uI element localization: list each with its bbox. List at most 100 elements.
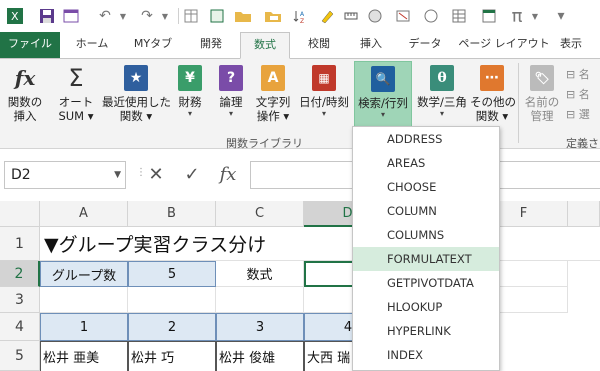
select-all-corner[interactable] — [0, 201, 40, 227]
menu-item-formulatext[interactable]: FORMULATEXT — [353, 247, 499, 271]
column-header-b[interactable]: B — [128, 201, 216, 227]
cell-b4[interactable]: 2 — [128, 313, 216, 341]
folder-icon[interactable] — [232, 5, 254, 27]
pi-dropdown-icon[interactable]: ▼ — [524, 5, 546, 27]
cell-a4[interactable]: 1 — [40, 313, 128, 341]
tab-formulas[interactable]: 数式 — [240, 32, 290, 59]
cell-c2[interactable]: 数式 — [216, 261, 304, 287]
magnifier-book-icon: 🔍 — [371, 66, 395, 92]
theta-book-icon: θ — [430, 65, 454, 91]
date-time-button[interactable]: ▦ 日付/時刻 ▾ — [296, 61, 352, 133]
tab-home[interactable]: ホーム — [66, 32, 118, 58]
row-header-4[interactable]: 4 — [0, 313, 40, 341]
row-header-5[interactable]: 5 — [0, 341, 40, 371]
math-trig-caret-icon: ▾ — [439, 109, 444, 118]
sort-icon[interactable]: AZ — [290, 5, 312, 27]
customize-qat-icon[interactable]: ▾ — [550, 5, 572, 27]
row-header-3[interactable]: 3 — [0, 287, 40, 313]
insert-function-button[interactable]: fx 関数の 挿入 — [2, 61, 48, 133]
menu-item-getpivotdata[interactable]: GETPIVOTDATA — [353, 271, 499, 295]
row-header-1[interactable]: 1 — [0, 227, 40, 261]
worksheet-icon[interactable] — [206, 5, 228, 27]
tab-developer[interactable]: 開発 — [188, 32, 234, 58]
cell-a1-title[interactable]: ▼グループ実習クラス分け — [40, 227, 600, 261]
undo-dropdown-icon[interactable]: ▼ — [112, 5, 134, 27]
column-header-a[interactable]: A — [40, 201, 128, 227]
cell-b2[interactable]: 5 — [128, 261, 216, 287]
row-header-2[interactable]: 2 — [0, 261, 40, 287]
menu-item-areas[interactable]: AREAS — [353, 151, 499, 175]
format-icon[interactable] — [60, 5, 82, 27]
date-time-caret-icon: ▾ — [321, 109, 326, 118]
create-from-selection-button[interactable]: ⊟ 選 — [566, 105, 590, 125]
autosum-label-2: SUM ▾ — [58, 109, 94, 123]
name-box-value: D2 — [11, 167, 31, 183]
use-in-formula-button[interactable]: ⊟ 名 — [566, 85, 590, 105]
star-book-icon: ★ — [124, 65, 148, 91]
menu-item-choose[interactable]: CHOOSE — [353, 175, 499, 199]
menu-item-hyperlink[interactable]: HYPERLINK — [353, 319, 499, 343]
tab-insert[interactable]: 挿入 — [348, 32, 394, 58]
column-header-g[interactable] — [568, 201, 600, 227]
menu-item-columns[interactable]: COLUMNS — [353, 223, 499, 247]
ball-icon[interactable] — [420, 5, 442, 27]
group-separator — [518, 63, 519, 143]
new-table-icon[interactable] — [180, 5, 202, 27]
menu-item-index[interactable]: INDEX — [353, 343, 499, 367]
tab-review[interactable]: 校閲 — [296, 32, 342, 58]
recently-used-label-1: 最近使用した — [102, 95, 171, 109]
name-box-dropdown-icon[interactable]: ▼ — [114, 162, 121, 188]
ruler-icon[interactable] — [340, 5, 362, 27]
column-header-c[interactable]: C — [216, 201, 304, 227]
clear-icon[interactable] — [392, 5, 414, 27]
text-book-icon: A — [261, 65, 285, 91]
circle-icon[interactable] — [364, 5, 386, 27]
cell-a5[interactable]: 松井 亜美 — [40, 341, 128, 371]
menu-item-address[interactable]: ADDRESS — [353, 127, 499, 151]
name-box[interactable]: D2 ▼ — [4, 161, 126, 189]
text-button[interactable]: A 文字列 操作 ▾ — [252, 61, 294, 133]
math-trig-button[interactable]: θ 数学/三角 ▾ — [414, 61, 470, 133]
logical-button[interactable]: ? 論理 ▾ — [212, 61, 250, 133]
menu-item-column[interactable]: COLUMN — [353, 199, 499, 223]
more-functions-label-2: 関数 ▾ — [475, 109, 509, 123]
tab-view[interactable]: 表示 — [560, 32, 600, 58]
tag-icon: 🏷 — [530, 65, 554, 91]
menu-item-hlookup[interactable]: HLOOKUP — [353, 295, 499, 319]
cell-c5[interactable]: 松井 俊雄 — [216, 341, 304, 371]
ribbon-formulas: fx 関数の 挿入 Σ オート SUM ▾ ★ 最近使用した 関数 ▾ ¥ 財務… — [0, 58, 600, 150]
save-icon[interactable] — [36, 5, 58, 27]
svg-text:Z: Z — [300, 18, 304, 24]
autosum-button[interactable]: Σ オート SUM ▾ — [52, 61, 100, 133]
pencil-icon[interactable] — [316, 5, 338, 27]
cell-b3[interactable] — [128, 287, 216, 313]
name-manager-button[interactable]: 🏷 名前の 管理 — [522, 61, 562, 133]
tab-file[interactable]: ファイル — [0, 32, 60, 58]
financial-button[interactable]: ¥ 財務 ▾ — [172, 61, 208, 133]
tab-data[interactable]: データ — [400, 32, 450, 58]
tab-page-layout[interactable]: ページ レイアウト — [456, 32, 552, 58]
tab-mytab[interactable]: MYタブ — [124, 32, 182, 58]
cell-c3[interactable] — [216, 287, 304, 313]
more-functions-label-1: その他の — [470, 95, 516, 109]
recently-used-button[interactable]: ★ 最近使用した 関数 ▾ — [102, 61, 171, 133]
cancel-icon[interactable]: ✕ — [142, 161, 170, 189]
table-icon[interactable] — [448, 5, 470, 27]
lookup-reference-button[interactable]: 🔍 検索/行列 ▾ — [354, 61, 412, 133]
cell-b5[interactable]: 松井 巧 — [128, 341, 216, 371]
cell-a2[interactable]: グループ数 — [40, 261, 128, 287]
text-label-1: 文字列 — [255, 95, 291, 109]
excel-logo-icon: X — [4, 5, 26, 27]
folder-open-icon[interactable] — [262, 5, 284, 27]
insert-function-icon[interactable]: fx — [214, 161, 242, 189]
function-icon[interactable] — [478, 5, 500, 27]
enter-icon[interactable]: ✓ — [178, 161, 206, 189]
qat-separator — [178, 8, 179, 24]
lookup-reference-caret-icon: ▾ — [380, 110, 385, 119]
logical-label: 論理 — [219, 95, 243, 109]
cell-a3[interactable] — [40, 287, 128, 313]
define-name-button[interactable]: ⊟ 名 — [566, 65, 590, 85]
redo-dropdown-icon[interactable]: ▼ — [154, 5, 176, 27]
cell-c4[interactable]: 3 — [216, 313, 304, 341]
more-functions-button[interactable]: ⋯ その他の 関数 ▾ — [470, 61, 516, 133]
